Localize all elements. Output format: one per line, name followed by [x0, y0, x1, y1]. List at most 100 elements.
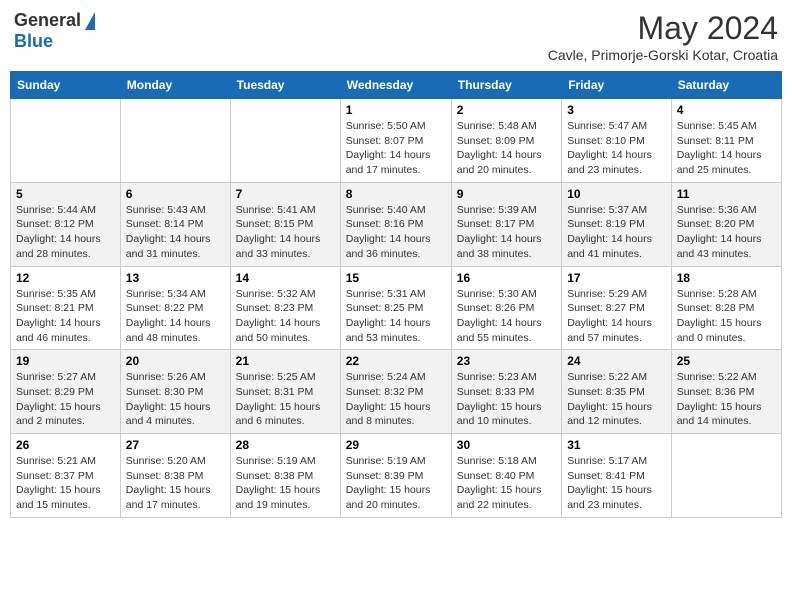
calendar-cell: 14Sunrise: 5:32 AMSunset: 8:23 PMDayligh…	[230, 266, 340, 350]
calendar-cell: 21 Sunrise: 5:25 AMSunset: 8:31 PMDayligh…	[230, 350, 340, 434]
day-number: 19	[16, 354, 115, 368]
day-info: Sunrise: 5:47 AMSunset: 8:10 PMDaylight:…	[567, 119, 666, 178]
dow-header-saturday: Saturday	[671, 72, 781, 99]
day-info: Sunrise: 5:28 AMSunset: 8:28 PMDaylight:…	[677, 287, 776, 346]
day-info: Sunrise: 5:24 AMSunset: 8:32 PMDaylight:…	[346, 370, 446, 429]
day-info: Sunrise: 5:22 AMSunset: 8:36 PMDaylight:…	[677, 370, 776, 429]
day-number: 30	[457, 438, 556, 452]
day-number: 13	[126, 271, 225, 285]
day-number: 8	[346, 187, 446, 201]
day-number: 10	[567, 187, 666, 201]
day-number: 20	[126, 354, 225, 368]
day-info: Sunrise: 5:45 AMSunset: 8:11 PMDaylight:…	[677, 119, 776, 178]
day-info: Sunrise: 5:22 AMSunset: 8:35 PMDaylight:…	[567, 370, 666, 429]
calendar-cell: 15 Sunrise: 5:31 AMSunset: 8:25 PMDayligh…	[340, 266, 451, 350]
day-number: 7	[236, 187, 335, 201]
day-info: Sunrise: 5:37 AMSunset: 8:19 PMDaylight:…	[567, 203, 666, 262]
day-info: Sunrise: 5:50 AMSunset: 8:07 PMDaylight:…	[346, 119, 446, 178]
day-info: Sunrise: 5:40 AMSunset: 8:16 PMDaylight:…	[346, 203, 446, 262]
calendar-cell: 31Sunrise: 5:17 AMSunset: 8:41 PMDayligh…	[562, 434, 672, 518]
calendar-cell: 17 Sunrise: 5:29 AMSunset: 8:27 PMDayligh…	[562, 266, 672, 350]
day-info: Sunrise: 5:21 AMSunset: 8:37 PMDaylight:…	[16, 454, 115, 513]
day-info: Sunrise: 5:25 AMSunset: 8:31 PMDaylight:…	[236, 370, 335, 429]
dow-header-tuesday: Tuesday	[230, 72, 340, 99]
calendar-cell: 7 Sunrise: 5:41 AMSunset: 8:15 PMDaylight…	[230, 182, 340, 266]
day-info: Sunrise: 5:23 AMSunset: 8:33 PMDaylight:…	[457, 370, 556, 429]
calendar-cell: 6 Sunrise: 5:43 AMSunset: 8:14 PMDaylight…	[120, 182, 230, 266]
calendar-cell: 4Sunrise: 5:45 AMSunset: 8:11 PMDaylight…	[671, 99, 781, 183]
day-number: 28	[236, 438, 335, 452]
calendar-cell: 13 Sunrise: 5:34 AMSunset: 8:22 PMDayligh…	[120, 266, 230, 350]
calendar-week-row: 1 Sunrise: 5:50 AMSunset: 8:07 PMDaylight…	[11, 99, 782, 183]
calendar-cell	[230, 99, 340, 183]
calendar-cell: 16Sunrise: 5:30 AMSunset: 8:26 PMDayligh…	[451, 266, 561, 350]
day-info: Sunrise: 5:19 AMSunset: 8:39 PMDaylight:…	[346, 454, 446, 513]
day-number: 29	[346, 438, 446, 452]
day-number: 6	[126, 187, 225, 201]
day-info: Sunrise: 5:31 AMSunset: 8:25 PMDaylight:…	[346, 287, 446, 346]
day-info: Sunrise: 5:43 AMSunset: 8:14 PMDaylight:…	[126, 203, 225, 262]
calendar-week-row: 26 Sunrise: 5:21 AMSunset: 8:37 PMDayligh…	[11, 434, 782, 518]
logo-general-text: General	[14, 10, 81, 31]
day-info: Sunrise: 5:35 AMSunset: 8:21 PMDaylight:…	[16, 287, 115, 346]
calendar-cell: 30Sunrise: 5:18 AMSunset: 8:40 PMDayligh…	[451, 434, 561, 518]
day-number: 21	[236, 354, 335, 368]
logo-blue-text: Blue	[14, 31, 53, 52]
day-number: 9	[457, 187, 556, 201]
day-number: 1	[346, 103, 446, 117]
day-info: Sunrise: 5:36 AMSunset: 8:20 PMDaylight:…	[677, 203, 776, 262]
dow-header-wednesday: Wednesday	[340, 72, 451, 99]
day-info: Sunrise: 5:41 AMSunset: 8:15 PMDaylight:…	[236, 203, 335, 262]
calendar-cell: 5 Sunrise: 5:44 AMSunset: 8:12 PMDaylight…	[11, 182, 121, 266]
calendar-cell	[120, 99, 230, 183]
calendar-table: SundayMondayTuesdayWednesdayThursdayFrid…	[10, 71, 782, 518]
day-number: 12	[16, 271, 115, 285]
calendar-week-row: 12 Sunrise: 5:35 AMSunset: 8:21 PMDayligh…	[11, 266, 782, 350]
calendar-week-row: 19 Sunrise: 5:27 AMSunset: 8:29 PMDayligh…	[11, 350, 782, 434]
location-subtitle: Cavle, Primorje-Gorski Kotar, Croatia	[548, 47, 778, 63]
calendar-cell	[11, 99, 121, 183]
calendar-cell: 2 Sunrise: 5:48 AMSunset: 8:09 PMDaylight…	[451, 99, 561, 183]
day-number: 11	[677, 187, 776, 201]
day-number: 31	[567, 438, 666, 452]
calendar-cell: 11 Sunrise: 5:36 AMSunset: 8:20 PMDayligh…	[671, 182, 781, 266]
day-info: Sunrise: 5:44 AMSunset: 8:12 PMDaylight:…	[16, 203, 115, 262]
calendar-cell: 18Sunrise: 5:28 AMSunset: 8:28 PMDayligh…	[671, 266, 781, 350]
calendar-cell: 25Sunrise: 5:22 AMSunset: 8:36 PMDayligh…	[671, 350, 781, 434]
dow-header-friday: Friday	[562, 72, 672, 99]
day-number: 3	[567, 103, 666, 117]
calendar-cell: 22 Sunrise: 5:24 AMSunset: 8:32 PMDayligh…	[340, 350, 451, 434]
calendar-cell: 19 Sunrise: 5:27 AMSunset: 8:29 PMDayligh…	[11, 350, 121, 434]
day-number: 17	[567, 271, 666, 285]
calendar-cell: 27Sunrise: 5:20 AMSunset: 8:38 PMDayligh…	[120, 434, 230, 518]
calendar-cell: 12 Sunrise: 5:35 AMSunset: 8:21 PMDayligh…	[11, 266, 121, 350]
day-info: Sunrise: 5:48 AMSunset: 8:09 PMDaylight:…	[457, 119, 556, 178]
day-number: 23	[457, 354, 556, 368]
dow-header-thursday: Thursday	[451, 72, 561, 99]
day-number: 24	[567, 354, 666, 368]
day-number: 2	[457, 103, 556, 117]
day-number: 27	[126, 438, 225, 452]
logo-triangle-icon	[85, 12, 95, 30]
day-info: Sunrise: 5:27 AMSunset: 8:29 PMDaylight:…	[16, 370, 115, 429]
logo: General Blue	[14, 10, 95, 52]
day-number: 5	[16, 187, 115, 201]
title-area: May 2024 Cavle, Primorje-Gorski Kotar, C…	[548, 10, 778, 63]
calendar-cell: 9 Sunrise: 5:39 AMSunset: 8:17 PMDaylight…	[451, 182, 561, 266]
month-year-title: May 2024	[548, 10, 778, 47]
dow-header-sunday: Sunday	[11, 72, 121, 99]
day-info: Sunrise: 5:30 AMSunset: 8:26 PMDaylight:…	[457, 287, 556, 346]
day-number: 15	[346, 271, 446, 285]
calendar-cell: 10 Sunrise: 5:37 AMSunset: 8:19 PMDayligh…	[562, 182, 672, 266]
day-number: 22	[346, 354, 446, 368]
calendar-cell: 26 Sunrise: 5:21 AMSunset: 8:37 PMDayligh…	[11, 434, 121, 518]
dow-header-monday: Monday	[120, 72, 230, 99]
calendar-cell: 8 Sunrise: 5:40 AMSunset: 8:16 PMDaylight…	[340, 182, 451, 266]
day-info: Sunrise: 5:34 AMSunset: 8:22 PMDaylight:…	[126, 287, 225, 346]
day-number: 26	[16, 438, 115, 452]
calendar-cell: 29 Sunrise: 5:19 AMSunset: 8:39 PMDayligh…	[340, 434, 451, 518]
day-of-week-header-row: SundayMondayTuesdayWednesdayThursdayFrid…	[11, 72, 782, 99]
day-info: Sunrise: 5:39 AMSunset: 8:17 PMDaylight:…	[457, 203, 556, 262]
day-info: Sunrise: 5:26 AMSunset: 8:30 PMDaylight:…	[126, 370, 225, 429]
day-info: Sunrise: 5:29 AMSunset: 8:27 PMDaylight:…	[567, 287, 666, 346]
